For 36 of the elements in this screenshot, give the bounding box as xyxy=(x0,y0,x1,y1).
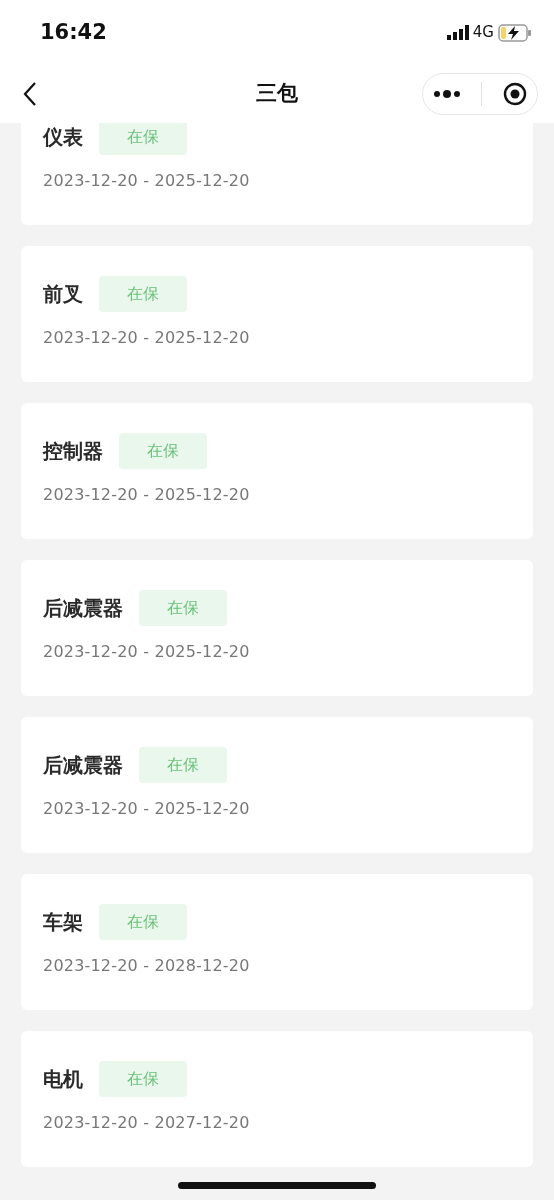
part-name: 后减震器 xyxy=(43,595,123,622)
part-name: 控制器 xyxy=(43,438,103,465)
warranty-status-tag: 在保 xyxy=(119,433,207,469)
battery-charging-icon xyxy=(498,23,532,42)
network-label: 4G xyxy=(472,22,494,44)
warranty-period: 2023-12-20 - 2027-12-20 xyxy=(43,1112,251,1134)
part-name: 电机 xyxy=(43,1066,83,1093)
warranty-card[interactable]: 后减震器 在保 2023-12-20 - 2025-12-20 xyxy=(21,717,533,853)
warranty-status-tag: 在保 xyxy=(99,904,187,940)
signal-icon xyxy=(446,24,469,41)
warranty-period: 2023-12-20 - 2025-12-20 xyxy=(43,641,251,663)
warranty-card[interactable]: 前叉 在保 2023-12-20 - 2025-12-20 xyxy=(21,246,533,382)
warranty-card[interactable]: 后减震器 在保 2023-12-20 - 2025-12-20 xyxy=(21,560,533,696)
part-name: 车架 xyxy=(43,909,83,936)
warranty-status-tag: 在保 xyxy=(99,123,187,155)
warranty-period: 2023-12-20 - 2025-12-20 xyxy=(43,798,251,820)
part-name: 仪表 xyxy=(43,124,83,151)
warranty-card[interactable]: 控制器 在保 2023-12-20 - 2025-12-20 xyxy=(21,403,533,539)
warranty-card[interactable]: 电机 在保 2023-12-20 - 2027-12-20 xyxy=(21,1031,533,1167)
more-icon[interactable] xyxy=(433,89,462,99)
warranty-status-tag: 在保 xyxy=(99,276,187,312)
warranty-period: 2023-12-20 - 2025-12-20 xyxy=(43,327,251,349)
warranty-status-tag: 在保 xyxy=(139,590,227,626)
warranty-status-tag: 在保 xyxy=(139,747,227,783)
warranty-period: 2023-12-20 - 2025-12-20 xyxy=(43,484,251,506)
back-icon[interactable] xyxy=(22,81,38,107)
warranty-card[interactable]: 仪表 在保 2023-12-20 - 2025-12-20 xyxy=(21,123,533,225)
warranty-status-tag: 在保 xyxy=(99,1061,187,1097)
warranty-period: 2023-12-20 - 2028-12-20 xyxy=(43,955,251,977)
warranty-period: 2023-12-20 - 2025-12-20 xyxy=(43,170,251,192)
part-name: 后减震器 xyxy=(43,752,123,779)
part-name: 前叉 xyxy=(43,281,83,308)
close-target-icon[interactable] xyxy=(502,82,527,106)
warranty-card[interactable]: 车架 在保 2023-12-20 - 2028-12-20 xyxy=(21,874,533,1010)
page-title: 三包 xyxy=(256,80,298,108)
status-time: 16:42 xyxy=(40,18,107,46)
